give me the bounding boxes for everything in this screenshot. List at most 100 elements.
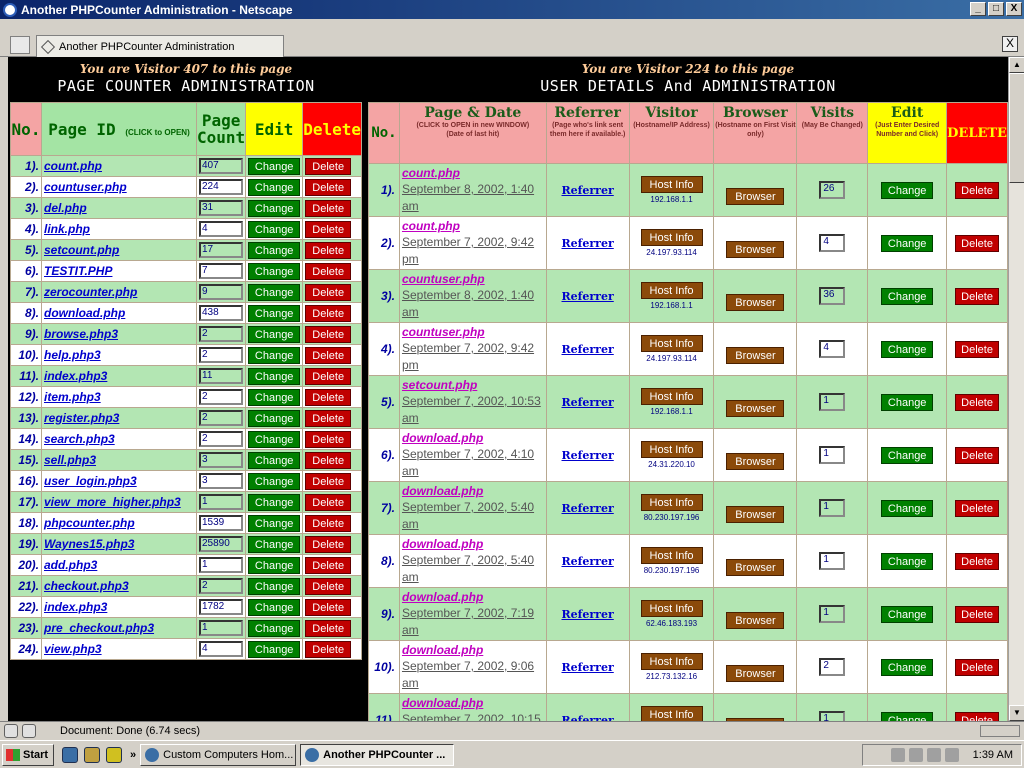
- delete-button[interactable]: Delete: [955, 552, 1000, 570]
- referrer-link[interactable]: Referrer: [562, 237, 614, 250]
- vertical-scrollbar[interactable]: ▲ ▼: [1008, 57, 1024, 721]
- count-input[interactable]: 1: [199, 494, 243, 510]
- page-link[interactable]: view_more_higher.php3: [44, 495, 181, 509]
- count-input[interactable]: 9: [199, 284, 243, 300]
- count-input[interactable]: 1782: [199, 599, 243, 615]
- visits-input[interactable]: 36: [819, 287, 846, 305]
- delete-button[interactable]: Delete: [955, 340, 1000, 358]
- count-input[interactable]: 1: [199, 620, 243, 636]
- page-link[interactable]: countuser.php: [44, 180, 127, 194]
- delete-button[interactable]: Delete: [305, 388, 352, 406]
- count-input[interactable]: 2: [199, 578, 243, 594]
- change-button[interactable]: Change: [248, 451, 301, 469]
- host-info-button[interactable]: Host Info: [640, 176, 703, 193]
- delete-button[interactable]: Delete: [305, 514, 352, 532]
- delete-button[interactable]: Delete: [305, 283, 352, 301]
- page-link[interactable]: search.php3: [44, 432, 115, 446]
- browser-button[interactable]: Browser: [726, 452, 785, 470]
- delete-button[interactable]: Delete: [305, 430, 352, 448]
- host-info-button[interactable]: Host Info: [640, 706, 703, 721]
- start-button[interactable]: Start: [2, 743, 54, 766]
- browser-button[interactable]: Browser: [726, 346, 785, 364]
- page-link[interactable]: index.php3: [44, 369, 107, 383]
- delete-button[interactable]: Delete: [955, 393, 1000, 411]
- change-button[interactable]: Change: [881, 181, 934, 199]
- browser-button[interactable]: Browser: [726, 611, 785, 629]
- change-button[interactable]: Change: [248, 325, 301, 343]
- page-link[interactable]: pre_checkout.php3: [44, 621, 154, 635]
- tray-icon-4[interactable]: [944, 748, 959, 762]
- clock[interactable]: 1:39 AM: [973, 749, 1013, 761]
- page-link[interactable]: phpcounter.php: [44, 516, 135, 530]
- delete-button[interactable]: Delete: [305, 367, 352, 385]
- page-link[interactable]: link.php: [44, 222, 90, 236]
- desktop-icon[interactable]: [106, 746, 122, 763]
- count-input[interactable]: 31: [199, 200, 243, 216]
- delete-button[interactable]: Delete: [955, 234, 1000, 252]
- host-info-button[interactable]: Host Info: [640, 335, 703, 352]
- page-link[interactable]: download.php: [402, 430, 544, 446]
- page-link[interactable]: index.php3: [44, 600, 107, 614]
- taskbar-chevron[interactable]: »: [130, 749, 136, 761]
- count-input[interactable]: 4: [199, 641, 243, 657]
- page-link[interactable]: count.php: [44, 159, 102, 173]
- change-button[interactable]: Change: [248, 619, 301, 637]
- referrer-link[interactable]: Referrer: [562, 608, 614, 621]
- tray-icon-2[interactable]: [908, 748, 923, 762]
- browser-button[interactable]: Browser: [726, 664, 785, 682]
- delete-button[interactable]: Delete: [305, 535, 352, 553]
- host-info-button[interactable]: Host Info: [640, 653, 703, 670]
- maximize-button[interactable]: □: [988, 2, 1004, 16]
- delete-button[interactable]: Delete: [305, 325, 352, 343]
- change-button[interactable]: Change: [881, 711, 934, 721]
- delete-button[interactable]: Delete: [305, 556, 352, 574]
- change-button[interactable]: Change: [881, 393, 934, 411]
- change-button[interactable]: Change: [248, 283, 301, 301]
- delete-button[interactable]: Delete: [305, 157, 352, 175]
- tray-icon-3[interactable]: [926, 748, 941, 762]
- delete-button[interactable]: Delete: [305, 304, 352, 322]
- delete-button[interactable]: Delete: [955, 658, 1000, 676]
- referrer-link[interactable]: Referrer: [562, 502, 614, 515]
- scroll-down-icon[interactable]: ▼: [1009, 705, 1024, 721]
- change-button[interactable]: Change: [248, 430, 301, 448]
- host-info-button[interactable]: Host Info: [640, 547, 703, 564]
- change-button[interactable]: Change: [248, 346, 301, 364]
- navigation-icon[interactable]: [10, 36, 30, 54]
- task-another-phpcounter[interactable]: Another PHPCounter ...: [300, 743, 455, 766]
- host-info-button[interactable]: Host Info: [640, 388, 703, 405]
- change-button[interactable]: Change: [248, 535, 301, 553]
- close-button[interactable]: X: [1006, 2, 1022, 16]
- task-custom-computers[interactable]: Custom Computers Hom...: [140, 743, 297, 766]
- page-link[interactable]: download.php: [402, 589, 544, 605]
- delete-button[interactable]: Delete: [305, 577, 352, 595]
- change-button[interactable]: Change: [248, 472, 301, 490]
- page-link[interactable]: view.php3: [44, 642, 102, 656]
- page-link[interactable]: download.php: [402, 536, 544, 552]
- page-link[interactable]: download.php: [402, 642, 544, 658]
- referrer-link[interactable]: Referrer: [562, 661, 614, 674]
- change-button[interactable]: Change: [248, 367, 301, 385]
- delete-button[interactable]: Delete: [305, 619, 352, 637]
- count-input[interactable]: 11: [199, 368, 243, 384]
- delete-button[interactable]: Delete: [955, 287, 1000, 305]
- visits-input[interactable]: 1: [819, 393, 846, 411]
- referrer-link[interactable]: Referrer: [562, 449, 614, 462]
- page-link[interactable]: browse.php3: [44, 327, 118, 341]
- page-link[interactable]: sell.php3: [44, 453, 96, 467]
- count-input[interactable]: 17: [199, 242, 243, 258]
- count-input[interactable]: 7: [199, 263, 243, 279]
- visits-input[interactable]: 1: [819, 499, 846, 517]
- tray-icon-1[interactable]: [890, 748, 905, 762]
- change-button[interactable]: Change: [881, 658, 934, 676]
- change-button[interactable]: Change: [248, 556, 301, 574]
- change-button[interactable]: Change: [248, 577, 301, 595]
- change-button[interactable]: Change: [248, 598, 301, 616]
- browser-button[interactable]: Browser: [726, 505, 785, 523]
- minimize-button[interactable]: _: [970, 2, 986, 16]
- change-button[interactable]: Change: [881, 552, 934, 570]
- visits-input[interactable]: 4: [819, 234, 846, 252]
- change-button[interactable]: Change: [248, 178, 301, 196]
- change-button[interactable]: Change: [248, 640, 301, 658]
- change-button[interactable]: Change: [248, 388, 301, 406]
